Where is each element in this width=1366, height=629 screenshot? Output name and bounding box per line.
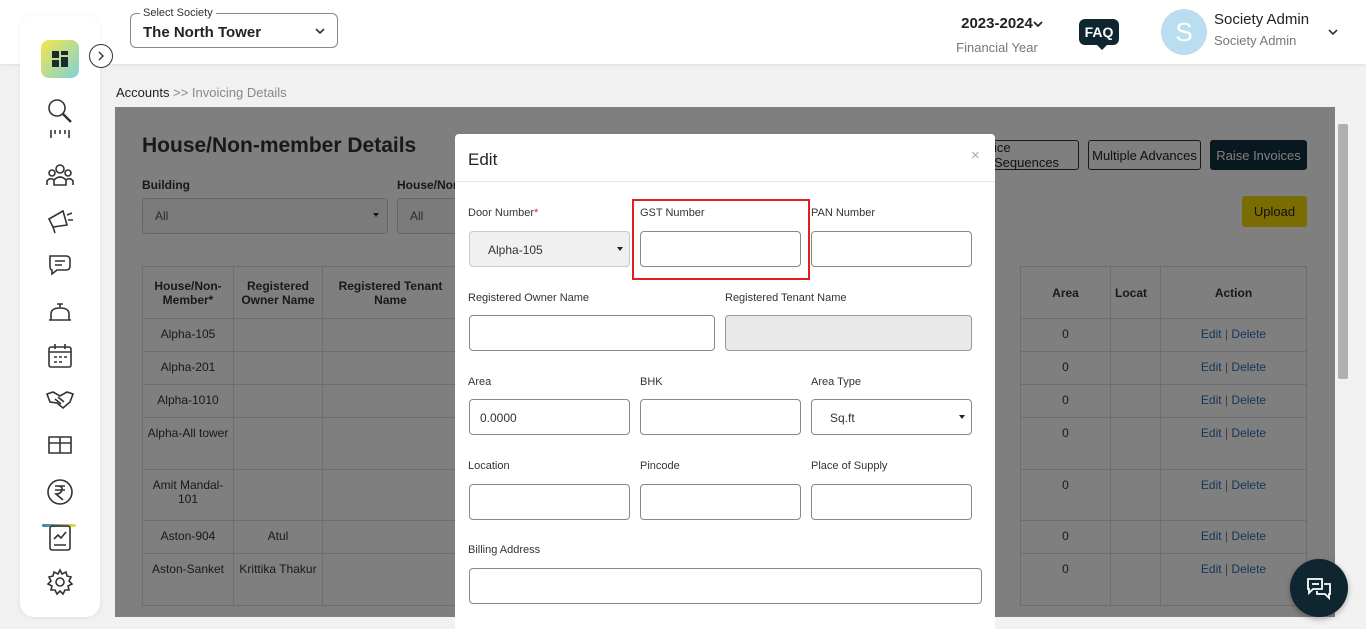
door-number-value: Alpha-105 (488, 243, 543, 257)
pan-number-input[interactable] (811, 231, 972, 267)
area-type-value: Sq.ft (830, 411, 855, 425)
chat-icon[interactable] (44, 249, 76, 281)
area-input[interactable]: 0.0000 (469, 399, 630, 435)
bhk-label: BHK (640, 376, 663, 388)
chevron-down-icon (1033, 21, 1043, 28)
location-input[interactable] (469, 484, 630, 520)
sidebar-toggle-button[interactable] (89, 44, 113, 68)
gear-icon[interactable] (44, 566, 76, 598)
sidebar (20, 15, 100, 617)
breadcrumb-separator: >> (173, 85, 189, 100)
area-type-select[interactable]: Sq.ft (811, 399, 972, 435)
billing-address-label: Billing Address (468, 544, 541, 556)
members-icon[interactable] (44, 159, 76, 191)
rupee-icon[interactable] (44, 476, 76, 508)
pan-number-label: PAN Number (811, 207, 875, 219)
place-of-supply-label: Place of Supply (811, 460, 888, 472)
page-scrollbar-thumb[interactable] (1338, 124, 1348, 379)
pincode-label: Pincode (640, 460, 680, 472)
society-select-value: The North Tower (143, 24, 262, 41)
owner-name-input[interactable] (469, 315, 715, 351)
breadcrumb-current: Invoicing Details (191, 85, 287, 100)
logo-icon (52, 51, 68, 67)
avatar[interactable]: S (1161, 9, 1207, 55)
society-select-label: Select Society (140, 7, 216, 19)
close-icon[interactable]: × (971, 147, 980, 164)
area-type-label: Area Type (811, 376, 861, 388)
announcement-icon[interactable] (44, 204, 76, 236)
owner-name-label: Registered Owner Name (468, 292, 590, 304)
gst-field-highlight (632, 199, 810, 280)
dropdown-arrow-icon (959, 415, 965, 419)
report-icon[interactable] (44, 522, 76, 554)
user-role: Society Admin (1214, 33, 1297, 48)
door-number-label: Door Number* (468, 207, 539, 219)
search-icon[interactable] (44, 95, 76, 127)
tenant-name-input (725, 315, 972, 351)
service-bell-icon[interactable] (44, 295, 76, 327)
financial-year-label: Financial Year (956, 40, 1038, 55)
chat-bubble-icon (1307, 578, 1331, 601)
location-label: Location (468, 460, 510, 472)
pincode-input[interactable] (640, 484, 801, 520)
tenant-name-label: Registered Tenant Name (725, 292, 847, 304)
user-name: Society Admin (1214, 11, 1310, 28)
financial-year-selector[interactable]: 2023-2024 Financial Year (940, 15, 1054, 55)
billing-address-input[interactable] (469, 568, 982, 604)
chevron-right-icon (98, 51, 104, 61)
area-label: Area (468, 376, 492, 388)
user-menu-chevron-icon[interactable] (1326, 25, 1340, 39)
modal-title: Edit (468, 150, 498, 169)
calendar-icon[interactable] (44, 340, 76, 372)
chevron-down-icon (315, 28, 325, 35)
place-of-supply-input[interactable] (811, 484, 972, 520)
modal-header: Edit × (455, 134, 995, 182)
building-icon[interactable] (44, 130, 76, 142)
handshake-icon[interactable] (44, 383, 76, 415)
parcel-icon[interactable] (44, 428, 76, 460)
breadcrumb: Accounts >> Invoicing Details (116, 85, 287, 100)
dropdown-arrow-icon (617, 247, 623, 251)
top-bar: Select Society The North Tower 2023-2024… (0, 0, 1366, 64)
chat-support-button[interactable] (1290, 559, 1348, 617)
bhk-input[interactable] (640, 399, 801, 435)
app-logo[interactable] (41, 40, 79, 78)
breadcrumb-accounts-link[interactable]: Accounts (116, 85, 169, 100)
faq-button[interactable]: FAQ (1079, 19, 1119, 50)
society-select[interactable]: Select Society The North Tower (130, 7, 338, 48)
door-number-select[interactable]: Alpha-105 (469, 231, 630, 267)
